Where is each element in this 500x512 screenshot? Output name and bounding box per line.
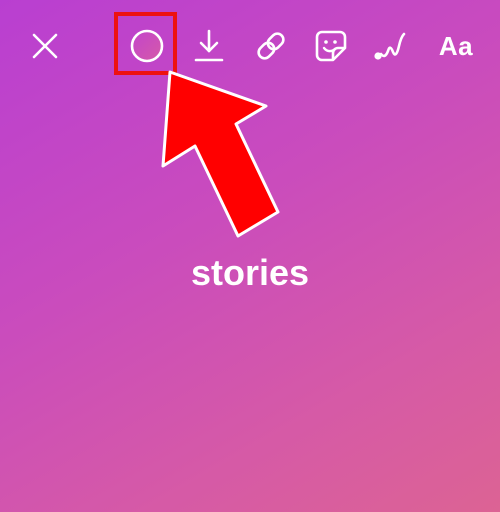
draw-icon [374,32,406,60]
link-button[interactable] [249,24,293,68]
draw-button[interactable] [369,24,413,68]
editor-toolbar: Aa [0,0,500,90]
link-icon [257,32,285,60]
sticker-icon [315,30,347,62]
close-button[interactable] [23,24,67,68]
download-button[interactable] [187,24,231,68]
download-icon [194,29,224,62]
text-tool-button[interactable]: Aa [430,24,482,68]
color-picker-button[interactable] [125,24,169,68]
story-text[interactable]: stories [0,252,500,294]
sticker-button[interactable] [309,24,353,68]
close-icon [32,33,58,59]
color-circle-icon [130,29,164,63]
text-tool-label: Aa [438,30,474,61]
